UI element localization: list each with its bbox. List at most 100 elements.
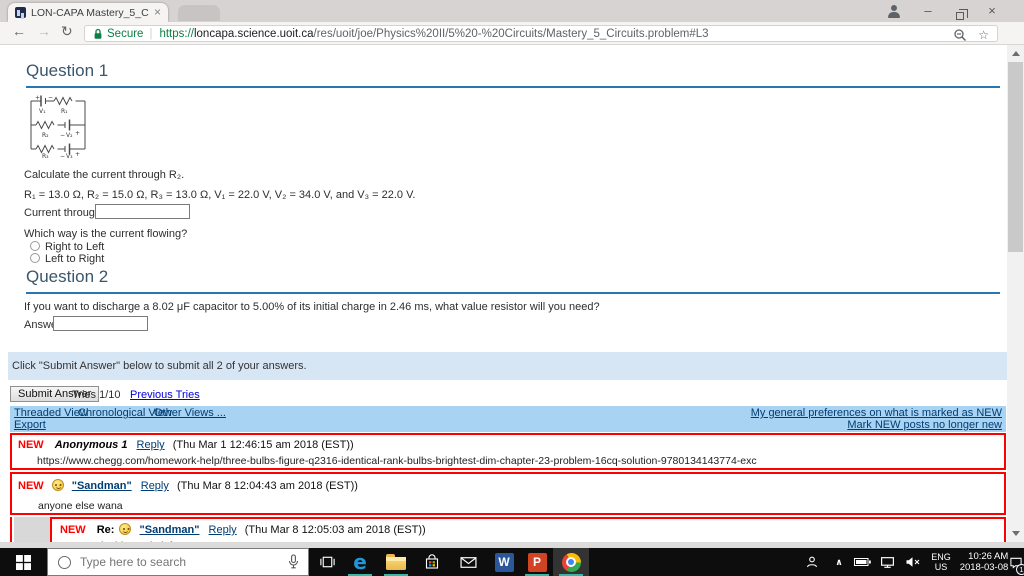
q1-answer-input[interactable] — [95, 204, 190, 219]
tray-people[interactable] — [798, 548, 826, 576]
task-view-icon — [319, 556, 335, 568]
taskbar-store[interactable] — [414, 548, 450, 576]
reply-link[interactable]: Reply — [141, 480, 169, 492]
q2-prompt: If you want to discharge a 8.02 μF capac… — [24, 301, 600, 313]
profile-icon[interactable] — [886, 4, 901, 18]
post-author: Anonymous 1 — [54, 439, 128, 451]
search-input[interactable] — [80, 555, 288, 569]
cortana-icon — [58, 555, 71, 569]
url-separator: | — [149, 27, 153, 40]
post-content: anyone else wana — [38, 500, 123, 512]
start-button[interactable] — [0, 548, 46, 576]
scroll-up-arrow-icon[interactable] — [1012, 51, 1020, 56]
circuit-v3-label: V₃ — [66, 153, 73, 159]
tray-volume-muted[interactable] — [900, 548, 926, 576]
back-button[interactable]: ← — [12, 23, 26, 39]
clock-date: 2018-03-08 — [959, 562, 1009, 573]
action-center-button[interactable]: 1 — [1008, 548, 1024, 576]
taskbar: e W P — [0, 548, 1024, 576]
close-button[interactable]: × — [979, 2, 1005, 20]
emoticon-icon — [51, 479, 64, 491]
circuit-r2-label: R₂ — [42, 132, 49, 139]
circuit-plus-label: + — [35, 95, 40, 102]
threaded-view-link[interactable]: Threaded View — [14, 407, 88, 419]
taskbar-word[interactable]: W — [486, 548, 522, 576]
previous-tries-link[interactable]: Previous Tries — [130, 389, 200, 401]
bookmark-star-icon[interactable]: ☆ — [978, 28, 989, 42]
discussion-post: NEW "Sandman" Reply (Thu Mar 8 12:04:43 … — [10, 472, 1006, 515]
discussion-post: NEW Re: "Sandman" Reply (Thu Mar 8 12:05… — [50, 517, 1006, 542]
minimize-button[interactable]: – — [915, 2, 941, 20]
tab-strip: LON-CAPA Mastery_5_Ci × – × — [0, 0, 1024, 22]
people-icon — [806, 556, 818, 568]
new-badge: NEW — [60, 524, 86, 536]
export-link[interactable]: Export — [14, 419, 46, 431]
circuit-minus-label: − — [48, 95, 53, 102]
vertical-scrollbar[interactable] — [1007, 45, 1024, 542]
taskbar-edge[interactable]: e — [342, 548, 378, 576]
page-content: Question 1 + V₁ − R₁ R₂ − V₂ + R₃ − V₃ +… — [0, 45, 1024, 542]
secure-lock-icon — [94, 28, 102, 39]
clock-time: 10:26 AM — [968, 551, 1009, 562]
folder-icon — [386, 554, 406, 570]
refresh-button[interactable]: ↻ — [61, 23, 73, 40]
reply-indent-cell — [14, 517, 50, 542]
taskbar-mail[interactable] — [450, 548, 486, 576]
post-date: (Thu Mar 8 12:05:03 am 2018 (EST)) — [244, 524, 426, 536]
forward-button[interactable]: → — [37, 23, 51, 39]
reply-link[interactable]: Reply — [137, 439, 165, 451]
network-icon — [880, 556, 894, 568]
windows-logo-icon — [15, 554, 31, 570]
q2-answer-input[interactable] — [53, 316, 148, 331]
question2-heading: Question 2 — [26, 267, 109, 286]
new-preferences-link[interactable]: My general preferences on what is marked… — [751, 407, 1002, 419]
circuit-v2-label: V₂ — [66, 132, 73, 139]
post-author-link[interactable]: "Sandman" — [72, 480, 132, 492]
radio-right-to-left-label: Right to Left — [45, 241, 105, 253]
circuit-diagram: + V₁ − R₁ R₂ − V₂ + R₃ − V₃ + — [30, 95, 86, 159]
new-tab-button[interactable] — [178, 5, 220, 21]
chrome-icon — [561, 552, 581, 572]
tray-show-hidden-icons[interactable]: ∧ — [828, 548, 850, 576]
taskbar-search[interactable] — [47, 548, 309, 576]
reply-link[interactable]: Reply — [209, 524, 237, 536]
new-badge: NEW — [18, 480, 44, 492]
tray-network[interactable] — [874, 548, 900, 576]
browser-window: LON-CAPA Mastery_5_Ci × – × ← → ↻ Secure… — [0, 0, 1024, 576]
discussion-header: Threaded View Chronological View Other V… — [10, 406, 1006, 432]
tab-title: LON-CAPA Mastery_5_Ci — [31, 6, 149, 19]
url-scheme: https:// — [159, 27, 194, 40]
url-text: https://loncapa.science.uoit.ca/res/uoit… — [159, 28, 708, 40]
profile-head — [890, 4, 897, 11]
taskbar-file-explorer[interactable] — [378, 548, 414, 576]
scroll-down-arrow-icon[interactable] — [1012, 531, 1020, 536]
radio-left-to-right-label: Left to Right — [45, 253, 105, 265]
tab-close-icon[interactable]: × — [154, 6, 161, 18]
address-bar[interactable]: Secure | https://loncapa.science.uoit.ca… — [84, 25, 998, 42]
tray-clock[interactable]: 10:26 AM 2018-03-08 — [956, 548, 1012, 576]
microphone-icon[interactable] — [288, 554, 299, 570]
tray-language[interactable]: ENG US — [926, 548, 956, 576]
q1-direction-prompt: Which way is the current flowing? — [24, 228, 188, 240]
chevron-up-icon: ∧ — [835, 556, 843, 567]
q1-prompt: Calculate the current through R₂. — [24, 169, 185, 181]
tray-battery[interactable] — [850, 548, 874, 576]
radio-right-to-left[interactable] — [30, 241, 40, 251]
new-badge: NEW — [18, 439, 44, 451]
browser-tab[interactable]: LON-CAPA Mastery_5_Ci × — [8, 3, 168, 22]
word-icon: W — [494, 552, 514, 572]
scrollbar-thumb[interactable] — [1008, 62, 1023, 252]
task-view-button[interactable] — [312, 548, 342, 576]
restore-button[interactable] — [947, 2, 973, 20]
mark-new-link[interactable]: Mark NEW posts no longer new — [847, 419, 1002, 431]
taskbar-chrome-active[interactable] — [553, 548, 589, 576]
circuit-plus-label: + — [75, 130, 80, 137]
tries-counter: Tries 1/10 — [72, 389, 121, 401]
other-views-link[interactable]: Other Views ... — [154, 407, 226, 419]
section-divider — [26, 292, 1000, 294]
radio-left-to-right[interactable] — [30, 253, 40, 263]
q1-given-values: R₁ = 13.0 Ω, R₂ = 15.0 Ω, R₃ = 13.0 Ω, V… — [24, 189, 416, 201]
zoom-out-icon[interactable] — [953, 28, 967, 42]
taskbar-powerpoint[interactable]: P — [519, 548, 555, 576]
post-author-link[interactable]: "Sandman" — [140, 524, 200, 536]
